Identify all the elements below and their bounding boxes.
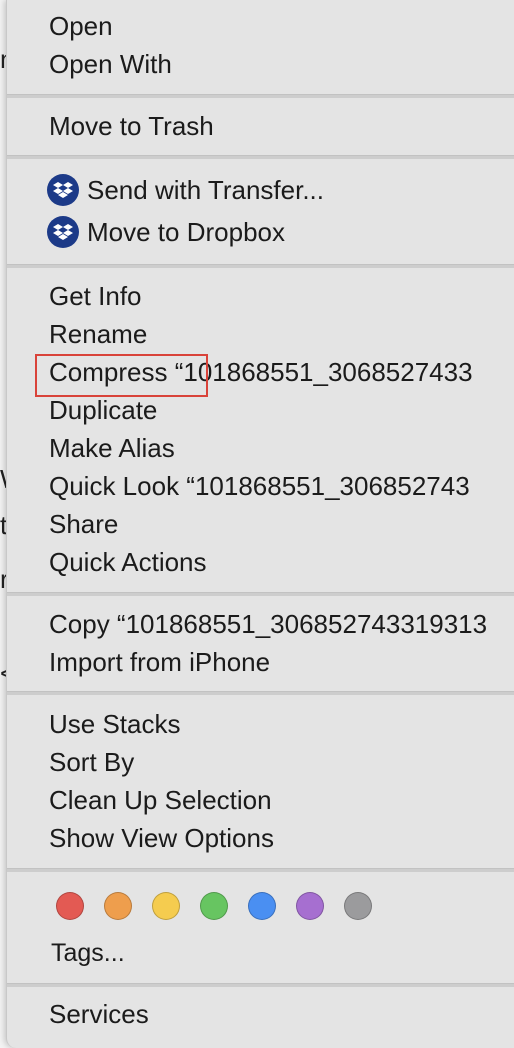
menu-item-label: Use Stacks bbox=[49, 708, 181, 739]
menu-item-tags[interactable]: Tags... bbox=[7, 934, 514, 972]
menu-item-services[interactable]: Services bbox=[7, 995, 514, 1033]
menu-item-rename[interactable]: Rename bbox=[7, 315, 514, 353]
menu-separator bbox=[7, 94, 514, 98]
menu-item-label: Copy “101868551_306852743319313 bbox=[49, 608, 488, 639]
tag-green-dot[interactable] bbox=[200, 892, 228, 920]
menu-item-label: Duplicate bbox=[49, 394, 158, 425]
menu-separator bbox=[7, 592, 514, 596]
tag-yellow-dot[interactable] bbox=[152, 892, 180, 920]
menu-item-get-info[interactable]: Get Info bbox=[7, 277, 514, 315]
menu-item-copy[interactable]: Copy “101868551_306852743319313 bbox=[7, 605, 514, 643]
menu-item-label: Import from iPhone bbox=[49, 646, 271, 677]
menu-item-label: Share bbox=[49, 508, 119, 539]
menu-item-label: Open With bbox=[49, 48, 172, 79]
menu-item-duplicate[interactable]: Duplicate bbox=[7, 391, 514, 429]
menu-separator bbox=[7, 264, 514, 268]
menu-item-compress[interactable]: Compress “101868551_3068527433 bbox=[7, 353, 514, 391]
tag-color-row bbox=[56, 892, 372, 922]
context-menu: Open Open With Move to Trash Send with T… bbox=[6, 0, 514, 1048]
menu-item-label: Send with Transfer... bbox=[87, 174, 325, 205]
tag-gray-dot[interactable] bbox=[344, 892, 372, 920]
menu-item-label: Show View Options bbox=[49, 822, 274, 853]
menu-item-label: Sort By bbox=[49, 746, 135, 777]
menu-item-label: Rename bbox=[49, 318, 148, 349]
menu-item-quick-look[interactable]: Quick Look “101868551_306852743 bbox=[7, 467, 514, 505]
menu-separator bbox=[7, 983, 514, 987]
menu-item-label: Open bbox=[49, 10, 113, 41]
menu-item-share[interactable]: Share bbox=[7, 505, 514, 543]
menu-item-quick-actions[interactable]: Quick Actions bbox=[7, 543, 514, 581]
dropbox-icon bbox=[47, 174, 79, 206]
menu-item-label: Move to Trash bbox=[49, 110, 214, 141]
tag-blue-dot[interactable] bbox=[248, 892, 276, 920]
menu-item-move-to-trash[interactable]: Move to Trash bbox=[7, 107, 514, 145]
menu-item-send-with-transfer[interactable]: Send with Transfer... bbox=[7, 171, 514, 209]
menu-item-import-from-iphone[interactable]: Import from iPhone bbox=[7, 643, 514, 681]
tag-purple-dot[interactable] bbox=[296, 892, 324, 920]
menu-separator bbox=[7, 691, 514, 695]
menu-item-use-stacks[interactable]: Use Stacks bbox=[7, 705, 514, 743]
menu-item-label: Make Alias bbox=[49, 432, 175, 463]
menu-item-label: Quick Look “101868551_306852743 bbox=[49, 470, 470, 501]
menu-item-clean-up-selection[interactable]: Clean Up Selection bbox=[7, 781, 514, 819]
menu-item-show-view-options[interactable]: Show View Options bbox=[7, 819, 514, 857]
tag-orange-dot[interactable] bbox=[104, 892, 132, 920]
menu-item-label: Tags... bbox=[51, 938, 125, 967]
menu-item-label: Clean Up Selection bbox=[49, 784, 272, 815]
tag-red-dot[interactable] bbox=[56, 892, 84, 920]
menu-item-label: Get Info bbox=[49, 280, 142, 311]
menu-item-move-to-dropbox[interactable]: Move to Dropbox bbox=[7, 213, 514, 251]
menu-separator bbox=[7, 868, 514, 872]
menu-item-label: Compress “101868551_3068527433 bbox=[49, 356, 473, 387]
menu-item-open[interactable]: Open bbox=[7, 7, 514, 45]
menu-item-label: Move to Dropbox bbox=[87, 216, 285, 247]
menu-item-label: Quick Actions bbox=[49, 546, 207, 577]
menu-item-open-with[interactable]: Open With bbox=[7, 45, 514, 83]
menu-item-sort-by[interactable]: Sort By bbox=[7, 743, 514, 781]
menu-item-make-alias[interactable]: Make Alias bbox=[7, 429, 514, 467]
dropbox-icon bbox=[47, 216, 79, 248]
menu-item-label: Services bbox=[49, 998, 149, 1029]
menu-separator bbox=[7, 155, 514, 159]
